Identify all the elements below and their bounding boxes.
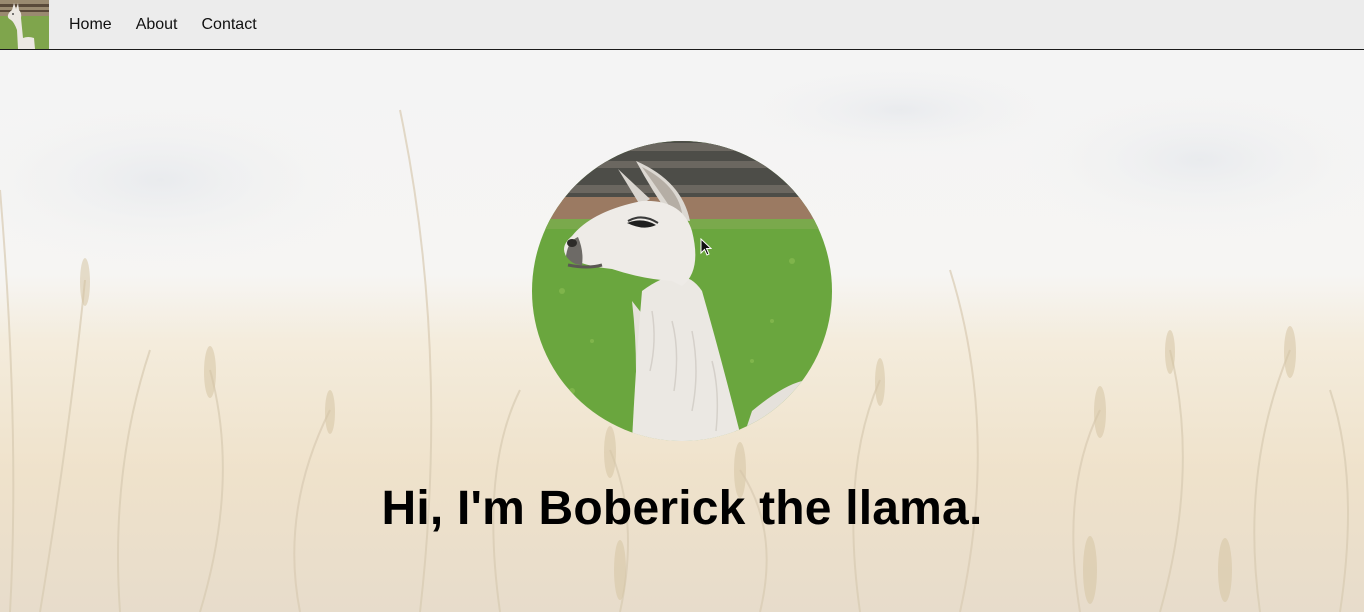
top-navbar: Home About Contact: [0, 0, 1364, 50]
hero-section: Hi, I'm Boberick the llama.: [0, 50, 1364, 612]
mouse-cursor-icon: [700, 238, 712, 256]
hero-heading: Hi, I'm Boberick the llama.: [381, 482, 983, 535]
nav-link-home[interactable]: Home: [69, 16, 112, 34]
nav-links: Home About Contact: [69, 0, 281, 49]
llama-logo-icon[interactable]: [0, 0, 49, 49]
nav-link-contact[interactable]: Contact: [202, 16, 257, 34]
llama-avatar-image: [532, 141, 832, 441]
nav-link-about[interactable]: About: [136, 16, 178, 34]
llama-portrait-icon: [532, 141, 832, 441]
llama-thumbnail-icon: [0, 0, 49, 49]
